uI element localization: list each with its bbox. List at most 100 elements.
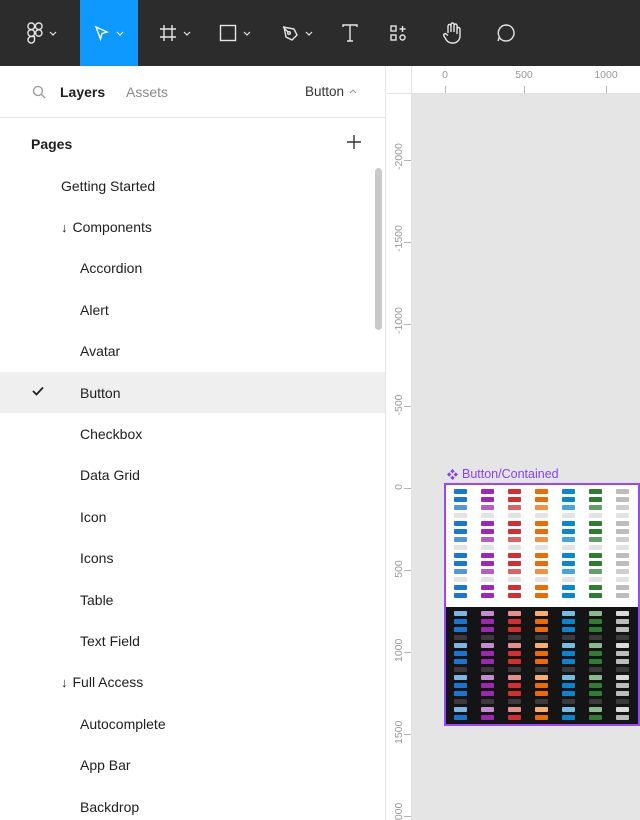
button-swatch [454, 521, 467, 526]
button-swatch [562, 675, 575, 680]
button-swatch [616, 529, 629, 534]
button-swatch [589, 545, 602, 550]
button-swatch [481, 513, 494, 518]
chevron-down-icon [49, 31, 57, 36]
button-swatch [616, 683, 629, 688]
button-contained-frame[interactable] [444, 483, 640, 726]
button-swatch [562, 691, 575, 696]
page-item-text: Accordion [80, 260, 143, 277]
button-swatch [589, 707, 602, 712]
page-item[interactable]: Accordion [0, 248, 385, 289]
button-swatch [535, 529, 548, 534]
frame-label[interactable]: Button/Contained [447, 467, 559, 481]
page-item[interactable]: Backdrop [0, 786, 385, 820]
main-menu-button[interactable] [14, 0, 70, 66]
page-item[interactable]: Button [0, 371, 385, 414]
page-item[interactable]: Icons [0, 538, 385, 579]
add-page-plus-icon[interactable] [344, 132, 364, 152]
pages-scrollbar[interactable] [375, 168, 382, 330]
page-item[interactable]: App Bar [0, 744, 385, 785]
button-swatch [616, 691, 629, 696]
button-swatch [616, 553, 629, 558]
page-item-label: Alert [80, 302, 109, 318]
button-swatch [589, 497, 602, 502]
tab-layers[interactable]: Layers [60, 84, 105, 100]
button-swatch [616, 627, 629, 632]
page-item[interactable]: Avatar [0, 331, 385, 372]
page-item-label: Accordion [80, 260, 142, 276]
page-item[interactable]: Text Field [0, 620, 385, 661]
button-swatch [454, 497, 467, 502]
button-swatch [508, 619, 521, 624]
button-swatch [454, 619, 467, 624]
button-swatch [589, 569, 602, 574]
button-swatch [454, 561, 467, 566]
button-swatch [562, 611, 575, 616]
page-item[interactable]: Data Grid [0, 455, 385, 496]
button-swatch [616, 651, 629, 656]
frame-tool-button[interactable] [150, 0, 200, 66]
button-swatch [454, 585, 467, 590]
page-item[interactable]: Getting Started [0, 165, 385, 206]
button-swatch [454, 651, 467, 656]
button-swatch [562, 635, 575, 640]
resources-tool-button[interactable] [380, 0, 416, 66]
button-swatch [481, 545, 494, 550]
ruler-tick-label: -2000 [393, 143, 405, 170]
comment-tool-button[interactable] [488, 0, 524, 66]
button-swatch [535, 593, 548, 598]
text-t-icon [342, 24, 358, 42]
button-swatch [616, 505, 629, 510]
page-item[interactable]: Checkbox [0, 413, 385, 454]
button-swatch [508, 497, 521, 502]
page-item-text: Components [72, 219, 152, 236]
button-swatch [508, 505, 521, 510]
button-swatch [454, 513, 467, 518]
button-swatch [616, 593, 629, 598]
hand-tool-button[interactable] [432, 0, 472, 66]
page-item[interactable]: Alert [0, 289, 385, 330]
horizontal-ruler: 0 500 1000 [412, 66, 640, 94]
button-swatch [535, 561, 548, 566]
button-swatch [589, 715, 602, 720]
button-swatch [589, 561, 602, 566]
text-tool-button[interactable] [332, 0, 368, 66]
button-swatch [508, 611, 521, 616]
button-swatch [616, 715, 629, 720]
button-swatch [616, 521, 629, 526]
vertical-ruler: -2000 -1500 -1000 -500 0 500 1000 1500 2000 [387, 94, 412, 820]
page-section-item[interactable]: ↓ Full Access [0, 662, 385, 703]
page-selector-dropdown[interactable]: Button [305, 84, 357, 99]
button-swatch [562, 651, 575, 656]
page-section-item[interactable]: ↓ Components [0, 206, 385, 247]
pen-tool-button[interactable] [272, 0, 322, 66]
ruler-tick-mark [524, 86, 525, 93]
button-swatch [616, 611, 629, 616]
button-swatch [508, 569, 521, 574]
button-swatch [589, 537, 602, 542]
page-item[interactable]: Table [0, 579, 385, 620]
button-swatch [481, 651, 494, 656]
layers-panel: Layers Assets Button Pages Getting Start… [0, 66, 386, 820]
ruler-tick-mark [606, 86, 607, 93]
page-item-label: Data Grid [80, 467, 140, 483]
page-item[interactable]: Autocomplete [0, 703, 385, 744]
move-tool-button[interactable] [80, 0, 138, 66]
page-item-label: ↓ Components [61, 219, 152, 235]
button-swatch [562, 707, 575, 712]
search-icon[interactable] [32, 85, 46, 99]
button-swatch [562, 561, 575, 566]
page-item-text: Icons [80, 550, 114, 567]
ruler-tick-label: -500 [393, 394, 405, 416]
page-item[interactable]: Icon [0, 496, 385, 537]
button-swatch [454, 691, 467, 696]
ruler-tick-mark [404, 570, 411, 571]
shape-tool-button[interactable] [210, 0, 260, 66]
ruler-tick-mark [404, 488, 411, 489]
button-swatch [508, 529, 521, 534]
page-item-text: Backdrop [80, 798, 140, 815]
tab-assets[interactable]: Assets [126, 84, 168, 100]
button-swatch [589, 699, 602, 704]
resources-grid-icon [390, 25, 406, 41]
button-swatch [508, 707, 521, 712]
